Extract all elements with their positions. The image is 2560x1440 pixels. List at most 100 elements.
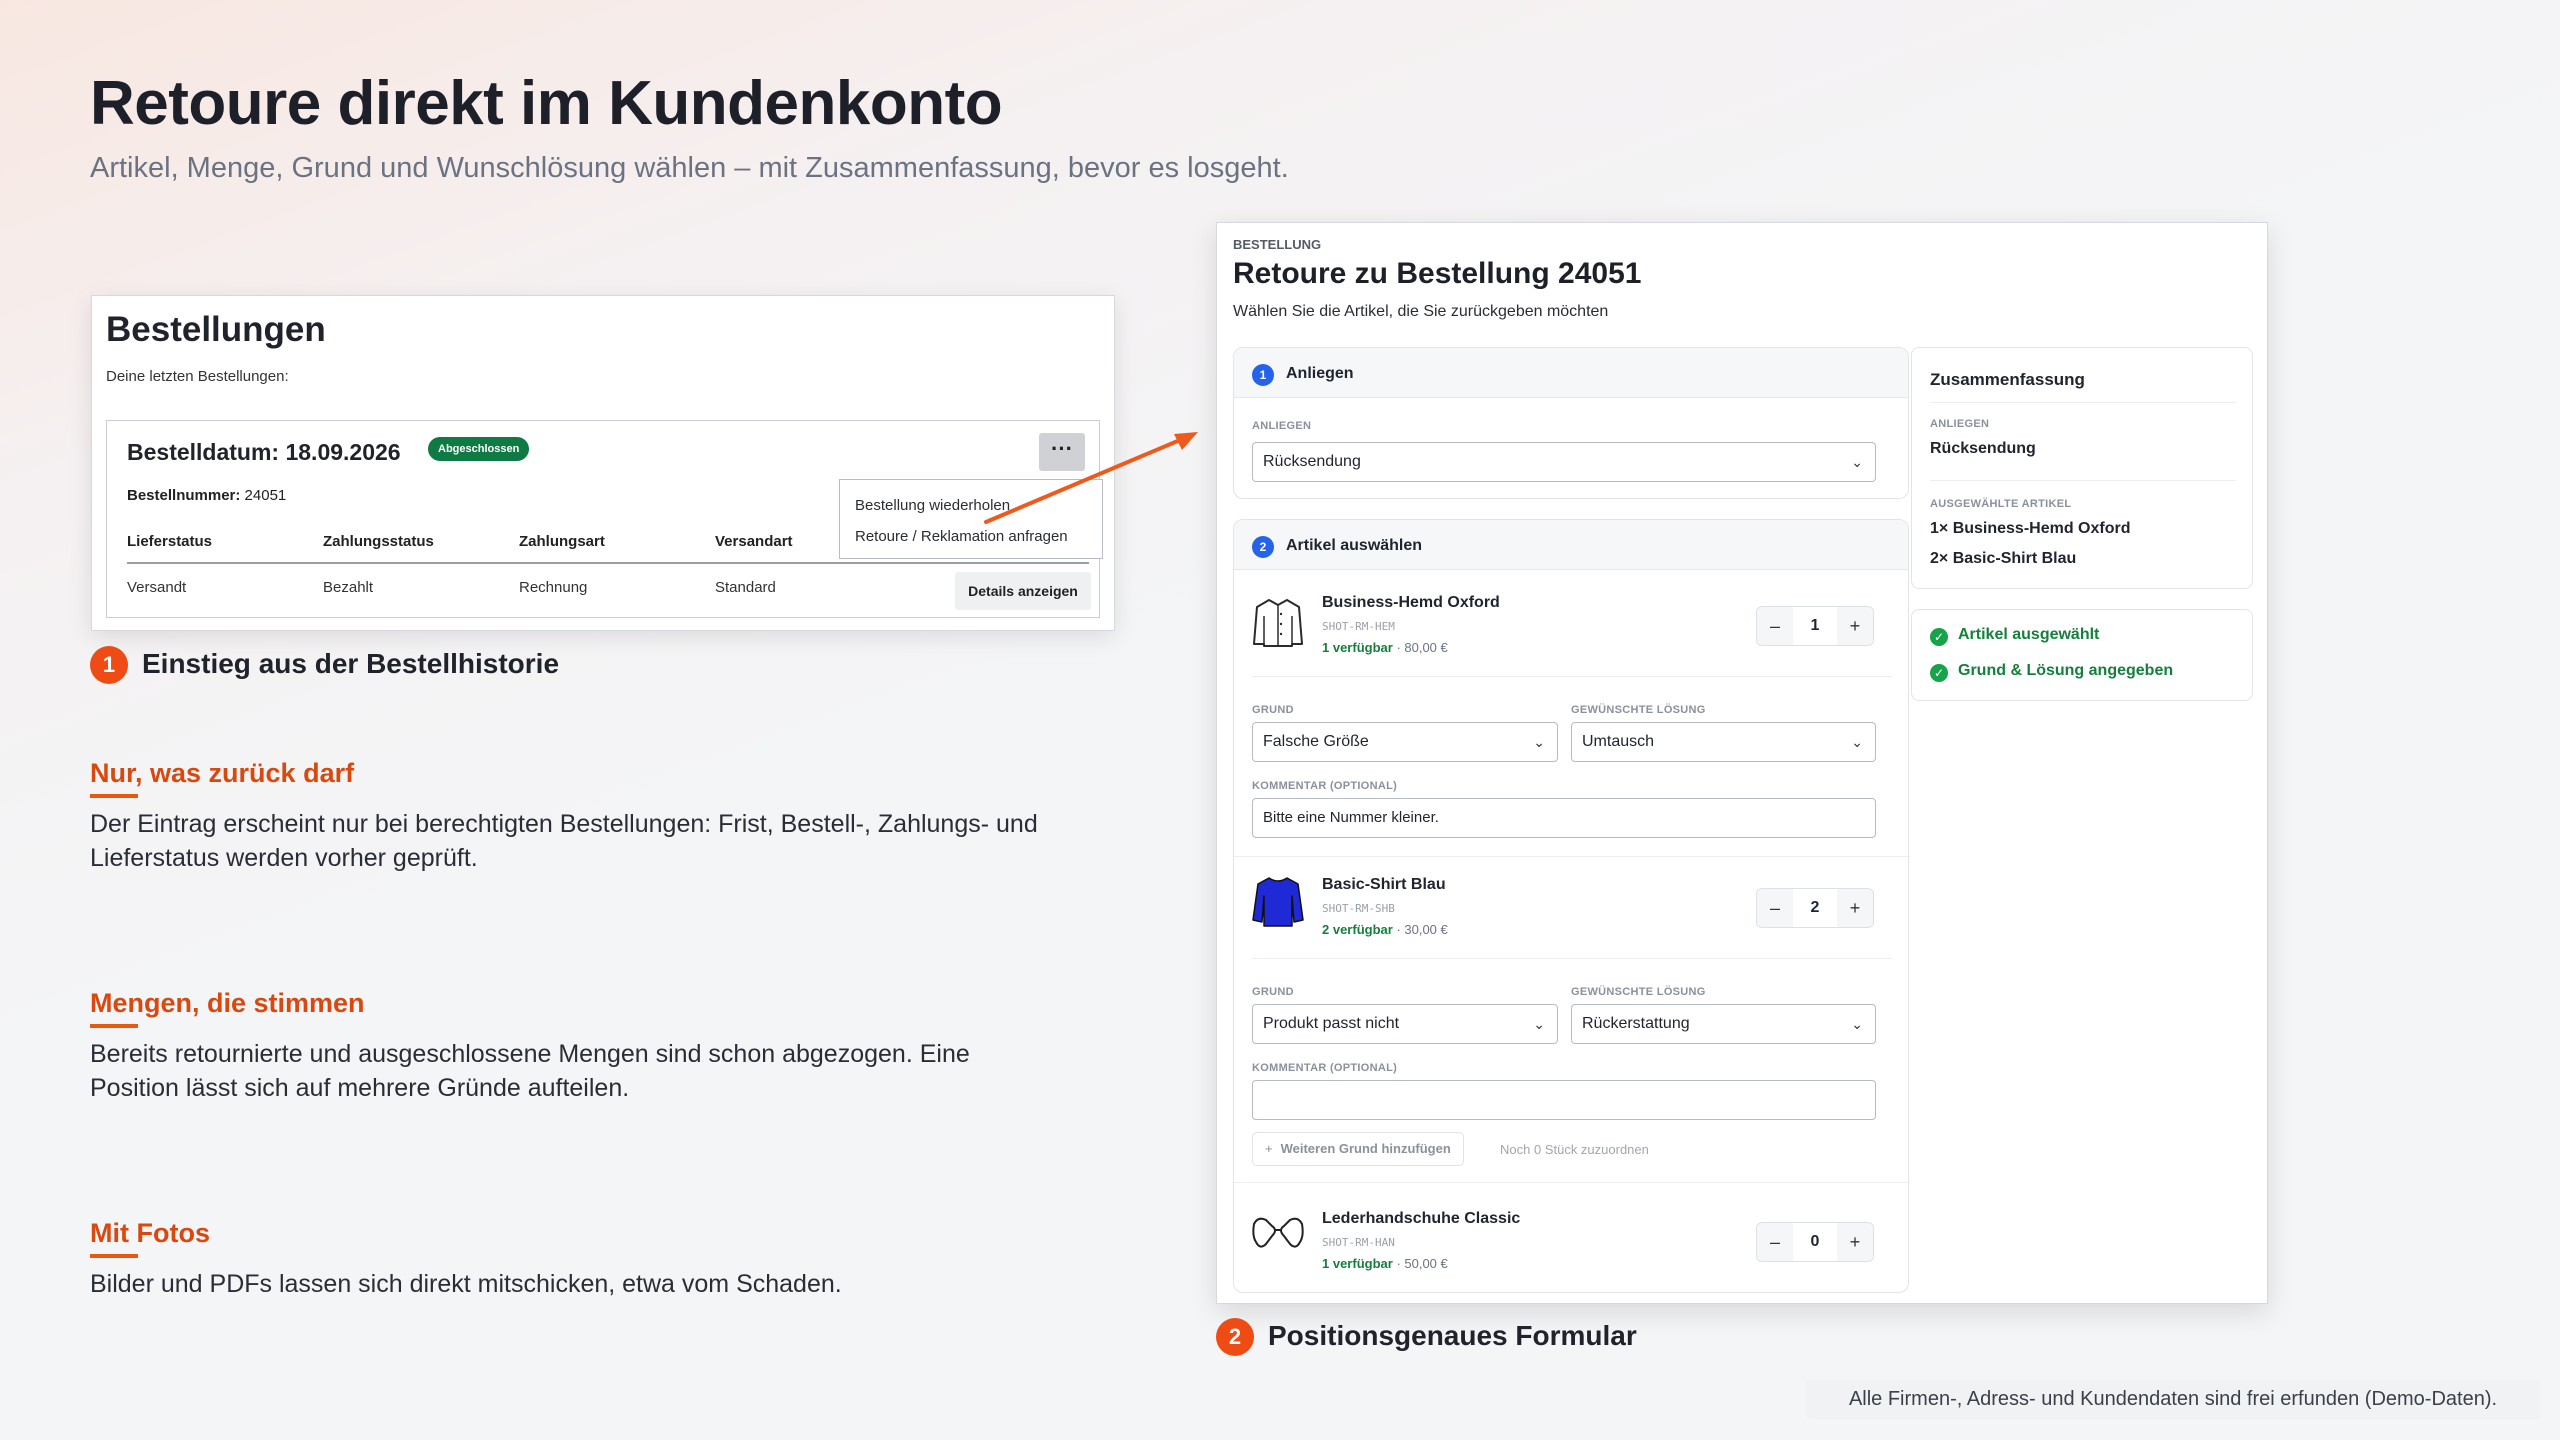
- divider: [1234, 1182, 1910, 1183]
- solution-select[interactable]: Rückerstattung ⌄: [1571, 1004, 1876, 1044]
- concern-select[interactable]: Rücksendung ⌄: [1252, 442, 1876, 482]
- item-sku: SHOT-RM-HEM: [1322, 620, 1395, 633]
- feature-title: Nur, was zurück darf: [90, 758, 355, 788]
- demo-data-footnote: Alle Firmen-, Adress- und Kundendaten si…: [1806, 1379, 2540, 1419]
- chevron-down-icon: ⌄: [1851, 734, 1863, 750]
- increment-button[interactable]: +: [1837, 607, 1873, 645]
- chevron-down-icon: ⌄: [1533, 734, 1545, 750]
- articles-panel: 2 Artikel auswählen Business-Hemd Oxford…: [1233, 519, 1910, 1293]
- return-form-screenshot: BESTELLUNG Retoure zu Bestellung 24051 W…: [1216, 222, 2268, 1304]
- add-reason-button[interactable]: + Weiteren Grund hinzufügen: [1252, 1132, 1464, 1166]
- feature-title: Mengen, die stimmen: [90, 988, 365, 1018]
- panel-title: Artikel auswählen: [1286, 537, 1423, 554]
- column-header: Zahlungsart: [519, 533, 605, 550]
- reason-select[interactable]: Falsche Größe ⌄: [1252, 722, 1558, 762]
- status-badge: Abgeschlossen: [428, 437, 530, 461]
- field-label: KOMMENTAR (OPTIONAL): [1252, 780, 1398, 792]
- step-number-badge: 1: [90, 646, 128, 684]
- item-sku: SHOT-RM-HAN: [1322, 1236, 1395, 1249]
- decrement-button[interactable]: –: [1757, 889, 1793, 927]
- table-cell: Bezahlt: [323, 579, 374, 596]
- form-subtitle: Wählen Sie die Artikel, die Sie zurückge…: [1233, 303, 1609, 320]
- divider: [1252, 958, 1892, 959]
- feature-body: Bilder und PDFs lassen sich direkt mitsc…: [90, 1270, 842, 1298]
- reason-select[interactable]: Produkt passt nicht ⌄: [1252, 1004, 1558, 1044]
- step-dot: 1: [1252, 364, 1274, 386]
- step-label: Einstieg aus der Bestellhistorie: [142, 648, 560, 679]
- feature-body: Bereits retournierte und ausgeschlossene…: [90, 1040, 970, 1102]
- summary-item: 1× Business-Hemd Oxford: [1930, 520, 2131, 537]
- step-label: Positionsgenaues Formular: [1268, 1320, 1637, 1351]
- decrement-button[interactable]: –: [1757, 1223, 1793, 1261]
- increment-button[interactable]: +: [1837, 889, 1873, 927]
- column-header: Zahlungsstatus: [323, 533, 434, 550]
- order-number: Bestellnummer: 24051: [127, 487, 287, 504]
- page-subtitle: Artikel, Menge, Grund und Wunschlösung w…: [90, 152, 1289, 184]
- select-value: Rückerstattung: [1582, 1015, 1690, 1032]
- field-label: GEWÜNSCHTE LÖSUNG: [1571, 986, 1706, 998]
- check-icon: ✓: [1930, 664, 1948, 682]
- orders-title: Bestellungen: [106, 310, 326, 349]
- gloves-icon: [1252, 1217, 1304, 1248]
- field-label: KOMMENTAR (OPTIONAL): [1252, 1062, 1398, 1074]
- comment-input[interactable]: [1252, 1080, 1876, 1120]
- decrement-button[interactable]: –: [1757, 607, 1793, 645]
- step-dot: 2: [1252, 536, 1274, 558]
- plus-icon: +: [1265, 1141, 1273, 1156]
- shirt-icon: [1252, 877, 1304, 927]
- chevron-down-icon: ⌄: [1533, 1016, 1545, 1032]
- field-label: ANLIEGEN: [1252, 420, 1312, 432]
- table-divider: [127, 562, 1089, 564]
- concern-panel: 1 Anliegen ANLIEGEN Rücksendung ⌄: [1233, 347, 1909, 499]
- form-overline: BESTELLUNG: [1233, 237, 1322, 252]
- arrow-icon: [984, 432, 1198, 524]
- feature-title: Mit Fotos: [90, 1218, 210, 1248]
- remaining-hint: Noch 0 Stück zuzuordnen: [1500, 1142, 1649, 1157]
- quantity-stepper[interactable]: – 1 +: [1756, 606, 1874, 646]
- comment-input[interactable]: Bitte eine Nummer kleiner.: [1252, 798, 1876, 838]
- panel-header: 2 Artikel auswählen: [1234, 520, 1908, 570]
- column-header: Versandart: [715, 533, 793, 550]
- quantity-value: 1: [1810, 617, 1820, 634]
- item-availability: 1 verfügbar · 50,00 €: [1322, 1256, 1448, 1271]
- select-value: Produkt passt nicht: [1263, 1015, 1400, 1032]
- solution-select[interactable]: Umtausch ⌄: [1571, 722, 1876, 762]
- order-card: Bestelldatum: 18.09.2026 Abgeschlossen B…: [106, 420, 1103, 618]
- checklist-panel: ✓ Artikel ausgewählt ✓ Grund & Lösung ange…: [1911, 609, 2253, 701]
- item-availability: 1 verfügbar · 80,00 €: [1322, 640, 1448, 655]
- quantity-stepper[interactable]: – 0 +: [1756, 1222, 1874, 1262]
- panel-title: Anliegen: [1286, 365, 1354, 382]
- step-number-badge: 2: [1216, 1318, 1254, 1356]
- check-icon: ✓: [1930, 628, 1948, 646]
- orders-screenshot: Bestellungen Deine letzten Bestellungen:…: [91, 295, 1115, 631]
- item-name: Business-Hemd Oxford: [1322, 594, 1500, 611]
- page-title: Retoure direkt im Kundenkonto: [90, 69, 1003, 138]
- field-label: GRUND: [1252, 704, 1294, 716]
- feature-underline: [90, 794, 138, 798]
- field-label: ANLIEGEN: [1930, 418, 1990, 430]
- details-button[interactable]: Details anzeigen: [955, 572, 1091, 610]
- shirt-jacket-icon: [1253, 599, 1303, 647]
- checklist-item: ✓ Grund & Lösung angegeben: [1930, 662, 2173, 682]
- feature-underline: [90, 1254, 138, 1258]
- chevron-down-icon: ⌄: [1851, 454, 1863, 470]
- divider: [1234, 856, 1910, 857]
- feature-underline: [90, 1024, 138, 1028]
- feature-body: Der Eintrag erscheint nur bei berechtigt…: [90, 810, 1038, 872]
- divider: [1930, 402, 2236, 403]
- increment-button[interactable]: +: [1837, 1223, 1873, 1261]
- column-header: Lieferstatus: [127, 533, 213, 550]
- quantity-stepper[interactable]: – 2 +: [1756, 888, 1874, 928]
- table-cell: Versandt: [127, 579, 187, 596]
- field-label: GRUND: [1252, 986, 1294, 998]
- item-name: Basic-Shirt Blau: [1322, 876, 1446, 893]
- panel-header: 1 Anliegen: [1234, 348, 1908, 398]
- orders-subtitle: Deine letzten Bestellungen:: [106, 368, 289, 385]
- summary-concern: Rücksendung: [1930, 440, 2036, 457]
- summary-item: 2× Basic-Shirt Blau: [1930, 550, 2077, 567]
- order-date: Bestelldatum: 18.09.2026: [127, 439, 401, 465]
- table-cell: Standard: [715, 579, 776, 596]
- field-label: AUSGEWÄHLTE ARTIKEL: [1930, 498, 2072, 510]
- checklist-item: ✓ Artikel ausgewählt: [1930, 626, 2099, 646]
- select-value: Umtausch: [1582, 733, 1655, 750]
